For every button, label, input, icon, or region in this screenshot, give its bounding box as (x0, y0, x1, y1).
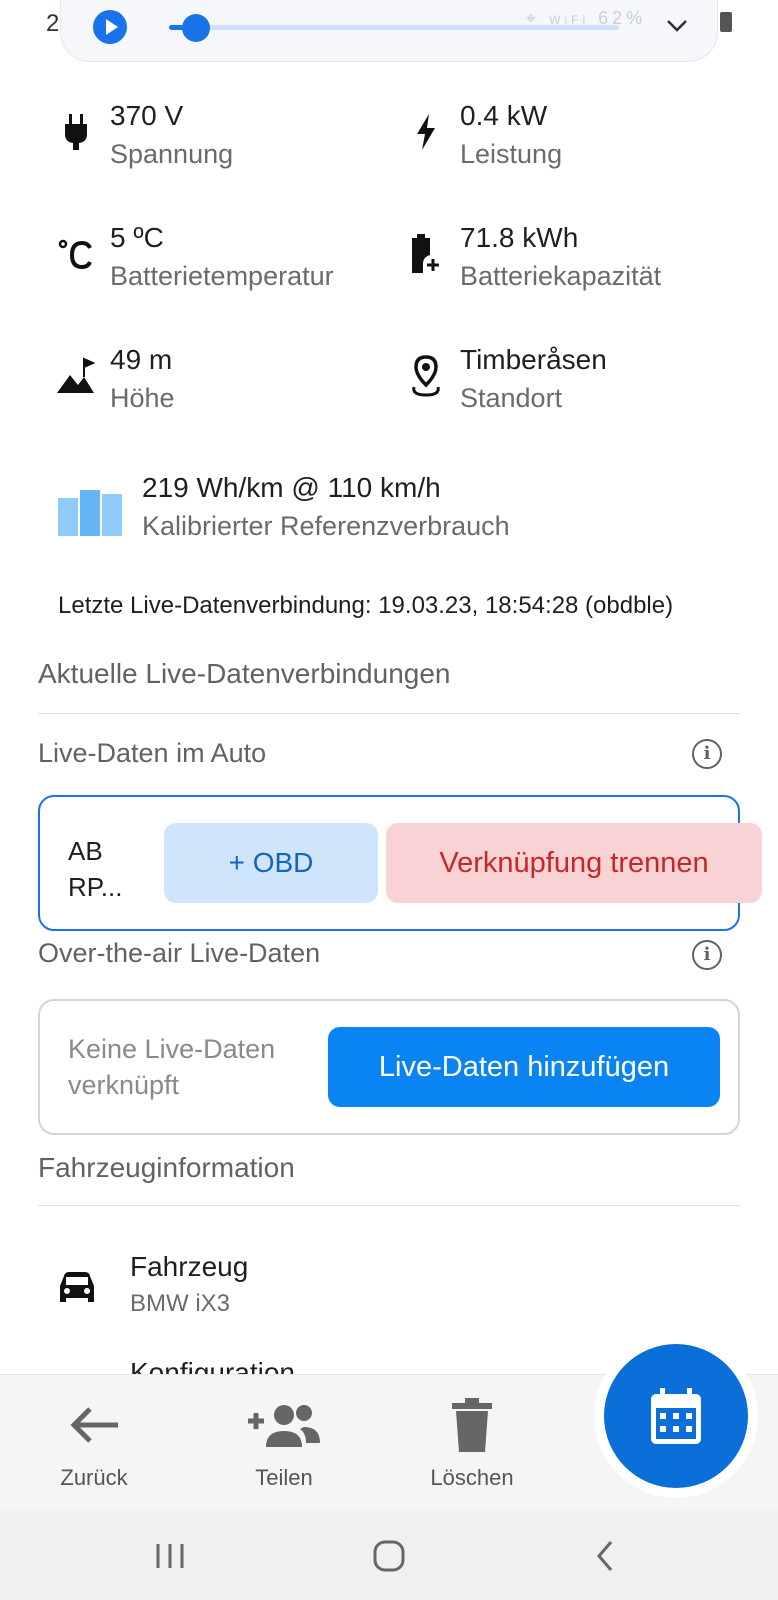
play-icon[interactable] (93, 10, 127, 44)
in-car-card: AB RP... + OBD Verknüpfung trennen (38, 795, 762, 931)
stat-value: Timberåsen (460, 344, 607, 375)
mountain-flag-icon (56, 356, 96, 396)
plug-icon (56, 112, 96, 152)
back-button[interactable]: Zurück (24, 1387, 164, 1491)
media-pill[interactable]: ⌖ WiFi 62% (60, 0, 718, 62)
stat-altitude: 49 m Höhe (56, 342, 175, 418)
divider (38, 1205, 740, 1206)
battery-percent: 62% (598, 8, 647, 28)
share-label: Teilen (255, 1465, 313, 1490)
bolt-icon (406, 112, 446, 152)
last-connection-text: Letzte Live-Datenverbindung: 19.03.23, 1… (58, 592, 674, 619)
stat-label: Spannung (110, 139, 234, 169)
stat-label: Höhe (110, 383, 175, 413)
wifi-label: WiFi (549, 13, 590, 27)
calendar-fab[interactable] (604, 1344, 748, 1488)
battery-plus-icon (406, 234, 446, 274)
stat-label: Kalibrierter Referenzverbrauch (142, 511, 510, 541)
trash-icon (402, 1387, 542, 1463)
status-time: 2 (46, 10, 60, 37)
delete-label: Löschen (430, 1465, 514, 1490)
stat-label: Batteriekapazität (460, 261, 662, 291)
status-icons: ⌖ WiFi 62% (526, 8, 646, 29)
system-nav-bar (0, 1510, 778, 1600)
chevron-down-icon[interactable] (665, 18, 689, 39)
stat-battery-capacity: 71.8 kWh Batteriekapazität (406, 220, 661, 296)
vehicle-row[interactable]: Fahrzeug BMW iX3 (58, 1248, 248, 1322)
bar-chart-icon (58, 488, 122, 536)
ota-empty-text: Keine Live-Daten verknüpft (68, 1034, 276, 1100)
stat-voltage: 370 V Spannung (56, 98, 233, 174)
stat-power: 0.4 kW Leistung (406, 98, 562, 174)
location-pin-icon (406, 355, 446, 397)
stat-battery-temperature: 5 ºC Batterietemperatur (56, 220, 334, 296)
subtitle-in-car: Live-Daten im Auto (38, 738, 267, 768)
vehicle-label: Fahrzeug (130, 1251, 249, 1282)
car-icon (58, 1270, 96, 1309)
media-seekbar-thumb[interactable] (182, 14, 210, 42)
ota-card: Keine Live-Daten verknüpft Live-Daten hi… (38, 999, 740, 1135)
calendar-icon (651, 1388, 701, 1444)
add-live-data-button[interactable]: Live-Daten hinzufügen (328, 1027, 720, 1107)
arrow-left-icon (24, 1387, 164, 1463)
recent-apps-icon[interactable] (154, 1536, 186, 1576)
info-icon[interactable]: i (692, 739, 722, 769)
obd-device-name: AB RP... (68, 836, 123, 902)
stat-location: Timberåsen Standort (406, 342, 607, 418)
thermometer-celsius-icon (56, 234, 96, 274)
stat-value: 5 ºC (110, 222, 164, 253)
section-title-live: Aktuelle Live-Datenverbindungen (38, 658, 451, 689)
stat-value: 71.8 kWh (460, 222, 579, 253)
divider (38, 713, 740, 714)
add-people-icon (214, 1387, 354, 1463)
section-title-vehicle: Fahrzeuginformation (38, 1152, 295, 1183)
stat-label: Leistung (460, 139, 563, 169)
subtitle-ota: Over-the-air Live-Daten (38, 938, 321, 968)
share-button[interactable]: Teilen (214, 1387, 354, 1491)
stat-value: 0.4 kW (460, 100, 548, 131)
stat-label: Standort (460, 383, 563, 413)
stat-reference-consumption: 219 Wh/km @ 110 km/h Kalibrierter Refere… (58, 470, 510, 546)
info-icon[interactable]: i (692, 940, 722, 970)
vehicle-value: BMW iX3 (130, 1290, 231, 1317)
stat-value: 49 m (110, 344, 173, 375)
stat-label: Batterietemperatur (110, 261, 334, 291)
configuration-label[interactable]: Konfiguration (130, 1358, 295, 1374)
add-obd-button[interactable]: + OBD (164, 823, 378, 903)
location-status-icon: ⌖ (526, 8, 541, 28)
stat-value: 370 V (110, 100, 184, 131)
stat-value: 219 Wh/km @ 110 km/h (142, 472, 441, 503)
home-icon[interactable] (372, 1536, 406, 1576)
delete-button[interactable]: Löschen (402, 1387, 542, 1491)
battery-status-icon (720, 12, 732, 32)
back-nav-icon[interactable] (594, 1536, 616, 1576)
back-label: Zurück (60, 1465, 128, 1490)
unlink-button[interactable]: Verknüpfung trennen (386, 823, 762, 903)
